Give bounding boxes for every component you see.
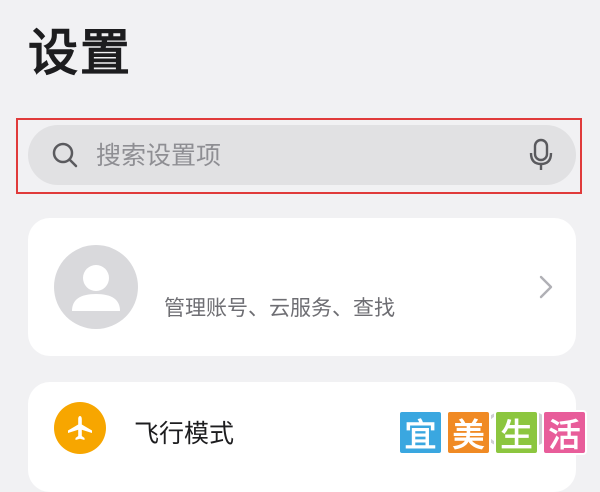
search-bar[interactable] <box>28 125 576 185</box>
avatar <box>54 245 138 329</box>
user-icon <box>72 265 120 311</box>
account-card[interactable]: 管理账号、云服务、查找 <box>28 218 576 356</box>
airplane-mode-label: 飞行模式 <box>134 419 235 448</box>
search-icon <box>48 138 82 172</box>
watermark-char: 美 <box>446 410 491 455</box>
search-input[interactable] <box>96 140 526 170</box>
microphone-icon[interactable] <box>526 137 556 173</box>
watermark-char: 生 <box>494 410 539 455</box>
page-title: 设置 <box>28 24 132 82</box>
airplane-icon <box>54 402 106 454</box>
watermark-char: 宜 <box>398 410 443 455</box>
watermark-char: 活 <box>542 410 587 455</box>
watermark-logo: 宜 美 生 活 <box>398 410 587 455</box>
chevron-right-icon <box>538 274 554 300</box>
account-subtitle: 管理账号、云服务、查找 <box>164 296 395 320</box>
